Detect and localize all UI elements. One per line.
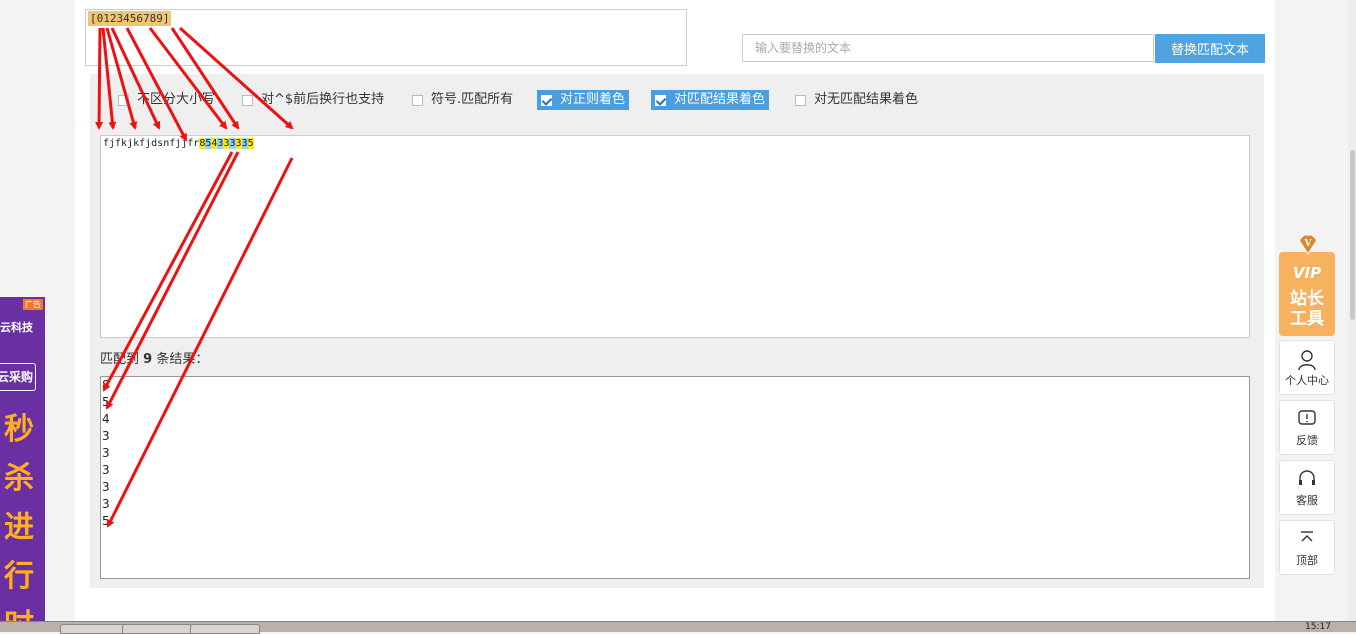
result-line: 3 xyxy=(102,463,110,477)
sidebar-label: 顶部 xyxy=(1296,554,1318,567)
checkbox[interactable] xyxy=(412,94,423,106)
result-prefix: 匹配到 xyxy=(100,352,144,367)
option-label: 对正则着色 xyxy=(560,92,626,107)
sidebar-back-to-top[interactable]: 顶部 xyxy=(1279,520,1335,575)
taskbar: 15:17 xyxy=(0,621,1356,634)
sidebar-feedback[interactable]: 反馈 xyxy=(1279,400,1335,455)
result-line: 5 xyxy=(102,514,110,528)
sidebar-user-center[interactable]: 个人中心 xyxy=(1279,340,1335,395)
taskbar-item[interactable] xyxy=(122,624,192,634)
taskbar-item[interactable] xyxy=(60,624,130,634)
checkbox-checked[interactable] xyxy=(541,94,552,106)
scroll-thumb[interactable] xyxy=(1350,150,1355,320)
result-line: 5 xyxy=(102,395,110,409)
ad-char: 行 xyxy=(4,559,34,594)
result-summary: 匹配到 9 条结果： xyxy=(100,348,208,367)
checkbox[interactable] xyxy=(795,94,806,106)
source-text: fjfkjkfjdsnfjjfr854333335 xyxy=(103,137,254,151)
scrollbar[interactable] xyxy=(1348,0,1356,631)
result-line: 3 xyxy=(102,446,110,460)
option-color-matches[interactable]: 对匹配结果着色 xyxy=(651,90,770,110)
regex-text: [0123456789] xyxy=(88,11,172,26)
svg-text:V: V xyxy=(1304,239,1313,249)
result-line: 3 xyxy=(102,497,110,511)
vip-tool-button[interactable]: VIP 站长 工具 xyxy=(1279,252,1335,336)
result-count: 9 xyxy=(143,352,153,367)
ad-button[interactable]: 云采购 xyxy=(0,363,36,391)
option-label: 对^$前后换行也支持 xyxy=(261,92,385,107)
ad-tag: 广告 xyxy=(23,299,43,310)
feedback-icon xyxy=(1298,410,1316,425)
ad-banner[interactable]: 广告 云科技 云采购 秒 杀 进 行 时 xyxy=(0,297,45,631)
sidebar-label: 反馈 xyxy=(1296,434,1318,447)
top-icon xyxy=(1301,531,1313,542)
option-color-regex[interactable]: 对正则着色 xyxy=(537,90,630,110)
option-dotall[interactable]: 符号.匹配所有 xyxy=(412,90,513,110)
option-color-no-match[interactable]: 对无匹配结果着色 xyxy=(795,90,918,110)
sidebar-label: 个人中心 xyxy=(1285,374,1329,387)
regex-input[interactable]: [0123456789] xyxy=(85,9,687,66)
match-highlight: 3 xyxy=(241,138,248,149)
diamond-icon: V xyxy=(1298,234,1318,255)
option-multiline[interactable]: 对^$前后换行也支持 xyxy=(242,90,384,110)
ad-brand: 云科技 xyxy=(0,321,33,334)
option-ignore-case[interactable]: 不区分大小写 xyxy=(118,90,215,110)
result-suffix: 条结果： xyxy=(152,352,209,367)
result-textarea[interactable]: 8 5 4 3 3 3 3 3 5 xyxy=(100,376,1250,579)
ad-char: 杀 xyxy=(4,461,34,496)
source-plain: fjfkjkfjdsnfjjfr xyxy=(103,138,200,149)
result-line: 8 xyxy=(102,378,110,392)
result-line: 3 xyxy=(102,429,110,443)
checkbox[interactable] xyxy=(242,94,253,106)
user-icon xyxy=(1298,350,1316,371)
option-label: 符号.匹配所有 xyxy=(431,92,514,107)
ad-char: 进 xyxy=(4,510,34,545)
result-line: 3 xyxy=(102,480,110,494)
sidebar-label: 客服 xyxy=(1296,494,1318,507)
headset-icon xyxy=(1299,470,1315,485)
sidebar-customer-service[interactable]: 客服 xyxy=(1279,460,1335,515)
match-highlight: 3 xyxy=(229,138,236,149)
source-textarea[interactable]: fjfkjkfjdsnfjjfr854333335 xyxy=(100,135,1250,338)
checkbox[interactable] xyxy=(118,94,129,106)
option-label: 对无匹配结果着色 xyxy=(814,92,919,107)
option-label: 不区分大小写 xyxy=(137,92,216,107)
result-line: 4 xyxy=(102,412,110,426)
vip-sub: 工具 xyxy=(1290,309,1324,329)
replace-input[interactable] xyxy=(742,34,1154,62)
match-highlight: 5 xyxy=(247,138,254,149)
ad-char: 秒 xyxy=(4,412,34,447)
match-highlight: 3 xyxy=(235,138,242,149)
option-label: 对匹配结果着色 xyxy=(674,92,766,107)
taskbar-item[interactable] xyxy=(190,624,260,634)
checkbox-checked[interactable] xyxy=(655,94,666,106)
replace-button[interactable]: 替换匹配文本 xyxy=(1155,34,1265,63)
vip-label: VIP xyxy=(1292,264,1322,282)
